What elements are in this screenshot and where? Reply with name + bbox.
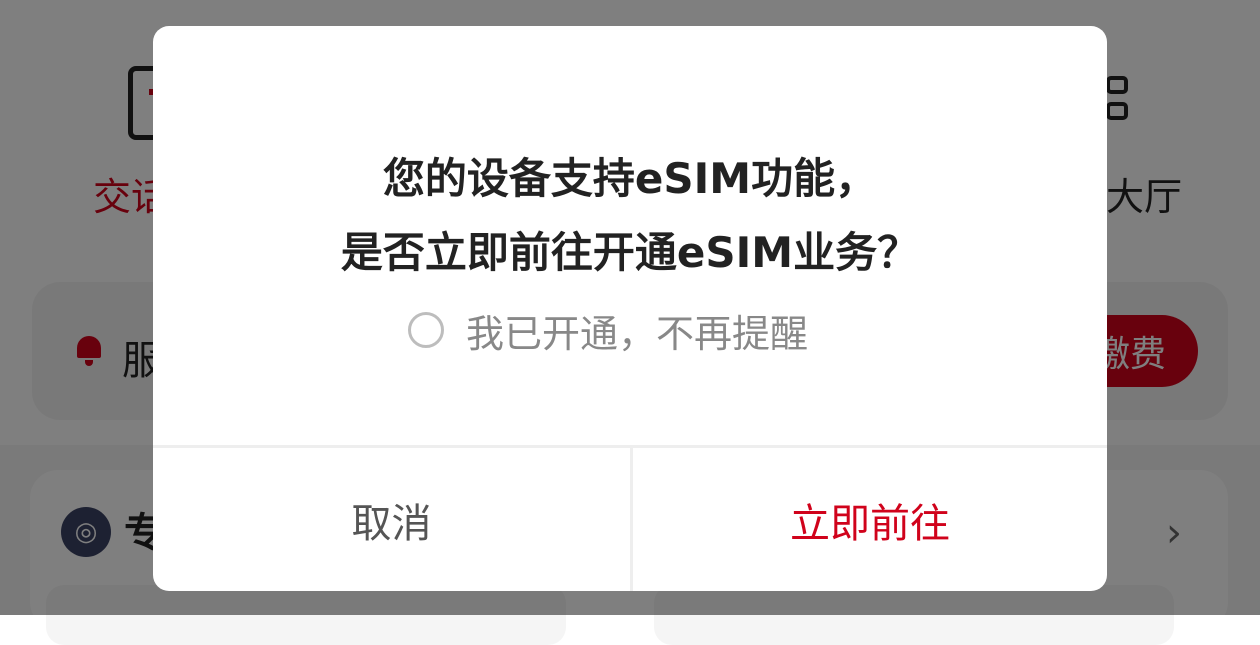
radio-circle-icon[interactable] — [408, 312, 444, 348]
esim-dialog: 您的设备支持eSIM功能， 是否立即前往开通eSIM业务？ 我已开通，不再提醒 … — [153, 26, 1107, 591]
dont-remind-checkbox[interactable]: 我已开通，不再提醒 — [408, 302, 808, 358]
dialog-title: 您的设备支持eSIM功能， 是否立即前往开通eSIM业务？ — [153, 142, 1107, 290]
dialog-title-line1: 您的设备支持eSIM功能， — [382, 154, 878, 203]
dialog-title-line2: 是否立即前往开通eSIM业务？ — [340, 228, 920, 277]
dont-remind-label[interactable]: 我已开通，不再提醒 — [466, 303, 808, 358]
cancel-button[interactable]: 取消 — [153, 448, 630, 591]
go-now-button[interactable]: 立即前往 — [633, 448, 1107, 591]
